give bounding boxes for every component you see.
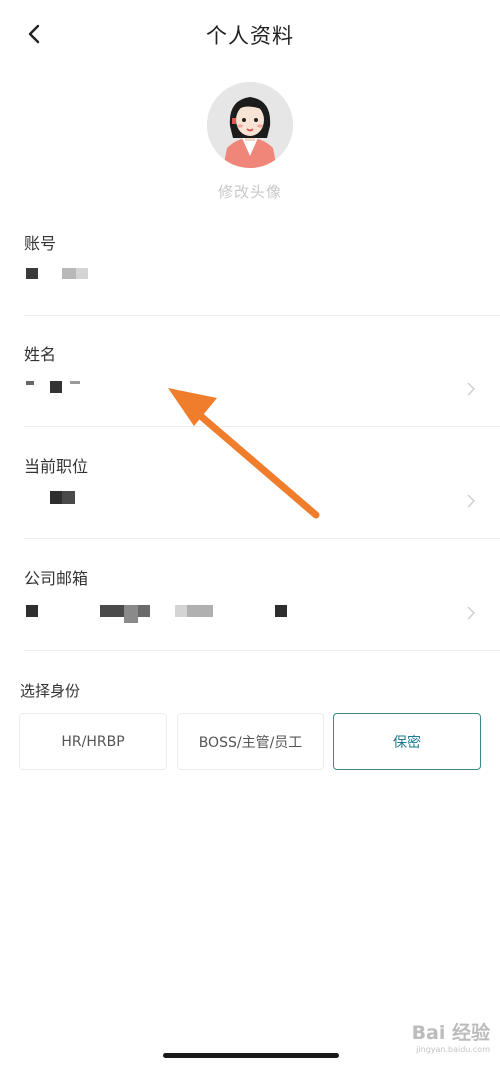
home-indicator[interactable] xyxy=(163,1053,339,1058)
watermark: Bai 经验 jingyan.baidu.com xyxy=(412,1018,490,1054)
watermark-url: jingyan.baidu.com xyxy=(416,1045,490,1054)
annotation-arrow xyxy=(168,388,320,519)
watermark-brand: Bai 经验 xyxy=(411,1022,490,1044)
